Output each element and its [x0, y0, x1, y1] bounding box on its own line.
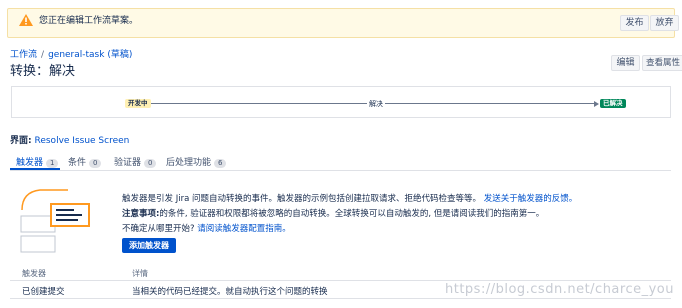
- transition-diagram: [11, 86, 671, 118]
- tab-triggers-count: 1: [46, 159, 59, 168]
- tab-post-functions[interactable]: 后处理功能 6: [166, 155, 227, 168]
- tab-triggers-label: 触发器: [16, 158, 44, 168]
- tab-post-functions-label: 后处理功能: [166, 158, 212, 168]
- banner-message: 您正在编辑工作流草案。: [39, 16, 139, 26]
- arrow-head-icon: [594, 101, 599, 107]
- add-trigger-button[interactable]: 添加触发器: [122, 238, 176, 253]
- triggers-description: 触发器是引发 Jira 问题自动转换的事件。触发器的示例包括创建拉取请求、拒绝代…: [122, 192, 577, 204]
- triggers-guide-link[interactable]: 请阅读触发器配置指南。: [197, 224, 291, 234]
- to-status-lozenge: 已解决: [600, 99, 626, 108]
- table-cell-trigger: 已创建提交: [22, 287, 65, 297]
- screen-link[interactable]: Resolve Issue Screen: [34, 136, 129, 146]
- column-header-details: 详情: [132, 269, 148, 278]
- screen-row: 界面: Resolve Issue Screen: [10, 133, 129, 146]
- breadcrumb: 工作流 / general-task (草稿): [10, 47, 132, 60]
- breadcrumb-workflow-link[interactable]: general-task (草稿): [48, 50, 132, 60]
- tab-conditions[interactable]: 条件 0: [68, 155, 102, 168]
- tab-conditions-count: 0: [89, 159, 102, 168]
- warning-icon: [19, 14, 33, 26]
- breadcrumb-workflows-link[interactable]: 工作流: [10, 50, 37, 60]
- from-status-lozenge: 开发中: [125, 99, 151, 108]
- trigger-illustration-icon: [20, 189, 90, 253]
- discard-button[interactable]: 放弃: [650, 15, 679, 31]
- tabs-divider: [10, 170, 671, 171]
- watermark: https://blog.csdn.net/charce_you: [444, 282, 674, 297]
- tab-triggers[interactable]: 触发器 1: [16, 155, 59, 168]
- triggers-note: 注意事项:的条件, 验证器和权限都将被忽略的自动转换。全球转换可以自动触发的, …: [122, 207, 544, 219]
- tab-validators[interactable]: 验证器 0: [114, 155, 157, 168]
- screen-label: 界面:: [10, 136, 32, 146]
- tab-post-functions-count: 6: [214, 159, 227, 168]
- triggers-note-label: 注意事项:: [122, 209, 160, 219]
- publish-button[interactable]: 发布: [620, 15, 649, 31]
- table-cell-details: 当相关的代码已经提交。就自动执行这个问题的转换: [132, 287, 328, 297]
- triggers-guide: 不确定从哪里开始? 请阅读触发器配置指南。: [122, 222, 291, 234]
- table-row-divider: [10, 298, 671, 299]
- transition-name: 解决: [367, 99, 385, 109]
- tab-validators-count: 0: [144, 159, 157, 168]
- breadcrumb-separator: /: [41, 50, 45, 60]
- tab-conditions-label: 条件: [68, 158, 87, 168]
- edit-button[interactable]: 编辑: [611, 55, 640, 71]
- table-header-divider: [10, 280, 671, 281]
- column-header-trigger: 触发器: [22, 269, 46, 278]
- triggers-guide-question: 不确定从哪里开始?: [122, 224, 195, 234]
- view-properties-button[interactable]: 查看属性: [642, 55, 682, 71]
- triggers-feedback-link[interactable]: 发送关于触发器的反馈。: [484, 194, 578, 204]
- triggers-note-text: 的条件, 验证器和权限都将被忽略的自动转换。全球转换可以自动触发的, 但是请阅读…: [159, 209, 545, 219]
- tab-validators-label: 验证器: [114, 158, 142, 168]
- triggers-description-text: 触发器是引发 Jira 问题自动转换的事件。触发器的示例包括创建拉取请求、拒绝代…: [122, 194, 481, 204]
- page-title: 转换：解决: [10, 64, 76, 79]
